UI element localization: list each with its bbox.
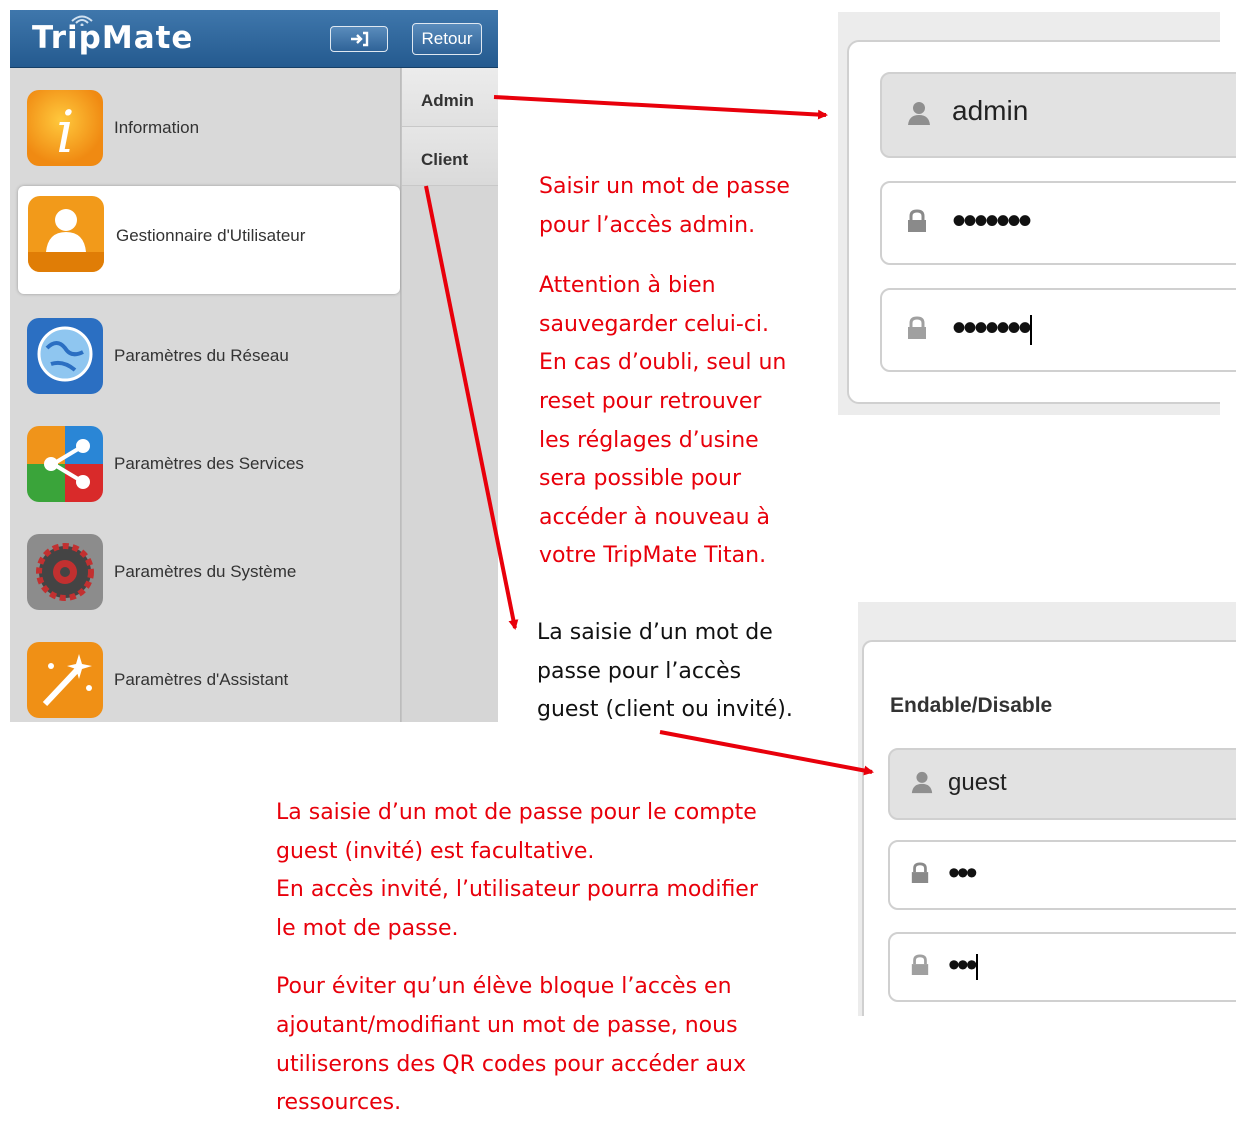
note-line: passe pour l’accès xyxy=(537,658,742,684)
text-caret xyxy=(975,954,978,981)
lock-icon xyxy=(908,209,926,232)
note-line: En accès invité, l’utilisateur pourra mo… xyxy=(276,877,758,903)
menu-label: Paramètres d'Assistant xyxy=(114,670,289,689)
sub-menu: Admin Client xyxy=(401,68,498,722)
share-services-icon xyxy=(27,426,103,502)
tripmate-app: TripMate Retour i Information Gestionnai… xyxy=(10,10,498,722)
menu-label: Information xyxy=(114,118,200,137)
menu-item-services[interactable]: Paramètres des Services xyxy=(10,404,400,512)
guest-note: La saisie d’un mot de passe pour l’accès… xyxy=(537,614,793,730)
lock-icon xyxy=(908,316,926,339)
note-line: Attention à bien xyxy=(539,273,716,299)
admin-username-value: admin xyxy=(952,95,1029,126)
logout-button[interactable] xyxy=(330,26,388,52)
svg-text:i: i xyxy=(56,98,75,166)
guest-confirm-value: ••• xyxy=(948,946,978,984)
user-manager-icon xyxy=(28,196,104,272)
note-line: ajoutant/modifiant un mot de passe, nous xyxy=(276,1012,738,1038)
network-globe-icon xyxy=(27,318,103,394)
note-line: En cas d’oubli, seul un xyxy=(539,350,787,376)
admin-password-field[interactable]: ••••••• xyxy=(880,181,1236,265)
note-spacer xyxy=(276,948,758,968)
note-line: reset pour retrouver xyxy=(539,388,762,414)
guest-password-field[interactable]: ••• xyxy=(888,840,1236,910)
submenu-label: Admin xyxy=(421,91,474,110)
app-header: TripMate xyxy=(10,10,400,68)
admin-confirm-password-field[interactable]: ••••••• xyxy=(880,288,1236,372)
guest-username-value: guest xyxy=(948,769,1007,796)
app-logo: TripMate xyxy=(32,20,194,56)
user-icon xyxy=(908,102,930,125)
note-line: guest (client ou invité). xyxy=(537,697,793,723)
submenu-item-admin[interactable]: Admin xyxy=(402,68,498,127)
bottom-note: La saisie d’un mot de passe pour le comp… xyxy=(276,794,758,1123)
system-gear-icon xyxy=(27,534,103,610)
note-line: le mot de passe. xyxy=(276,915,459,941)
note-line: pour l’accès admin. xyxy=(539,212,756,238)
admin-confirm-dots: ••••••• xyxy=(952,306,1032,351)
arrow-admin xyxy=(493,95,828,120)
note-line: utiliserons des QR codes pour accéder au… xyxy=(276,1051,746,1077)
note-line: guest (invité) est facultative. xyxy=(276,838,595,864)
note-line: votre TripMate Titan. xyxy=(539,543,767,569)
enable-disable-label[interactable]: Endable/Disable xyxy=(890,694,1052,718)
lock-icon xyxy=(911,954,929,975)
information-icon: i xyxy=(27,90,103,166)
note-line: La saisie d’un mot de passe pour le comp… xyxy=(276,800,757,825)
note-line: sauvegarder celui-ci. xyxy=(539,311,770,337)
note-line: Saisir un mot de passe xyxy=(539,174,790,199)
lock-icon xyxy=(911,862,929,883)
note-line: sera possible pour xyxy=(539,466,741,492)
menu-item-network[interactable]: Paramètres du Réseau xyxy=(10,296,400,404)
guest-username-field[interactable]: guest xyxy=(888,748,1236,820)
logout-icon xyxy=(351,31,369,47)
note-line: La saisie d’un mot de xyxy=(537,620,773,645)
menu-item-system[interactable]: Paramètres du Système xyxy=(10,512,400,620)
admin-note: Saisir un mot de passe pour l’accès admi… xyxy=(539,168,790,576)
guest-confirm-dots: ••• xyxy=(948,946,978,985)
main-menu: i Information Gestionnaire d'Utilisateur xyxy=(10,68,401,722)
note-line: accéder à nouveau à xyxy=(539,504,771,530)
menu-label: Gestionnaire d'Utilisateur xyxy=(116,226,306,245)
menu-item-user-manager[interactable]: Gestionnaire d'Utilisateur xyxy=(18,186,400,294)
submenu-label: Client xyxy=(421,150,469,169)
text-caret xyxy=(1030,315,1033,346)
note-spacer xyxy=(539,245,790,267)
menu-label: Paramètres du Réseau xyxy=(114,346,289,365)
menu-label: Paramètres du Système xyxy=(114,562,297,581)
back-button[interactable]: Retour xyxy=(412,23,482,55)
guest-password-dots: ••• xyxy=(948,854,978,892)
note-line: Pour éviter qu’un élève bloque l’accès e… xyxy=(276,974,732,1000)
admin-username-field[interactable]: admin xyxy=(880,72,1236,158)
admin-password-dots: ••••••• xyxy=(952,199,1032,243)
guest-confirm-password-field[interactable]: ••• xyxy=(888,932,1236,1002)
menu-item-information[interactable]: i Information xyxy=(10,68,400,176)
note-line: les réglages d’usine xyxy=(539,427,759,453)
user-icon xyxy=(911,771,933,794)
wizard-wand-icon xyxy=(27,642,103,718)
submenu-item-client[interactable]: Client xyxy=(402,127,498,186)
admin-confirm-value: ••••••• xyxy=(952,306,1032,350)
arrow-guest xyxy=(659,730,874,776)
menu-label: Paramètres des Services xyxy=(114,454,304,473)
sub-header: Retour xyxy=(400,10,498,68)
menu-item-wizard[interactable]: Paramètres d'Assistant xyxy=(10,620,400,722)
